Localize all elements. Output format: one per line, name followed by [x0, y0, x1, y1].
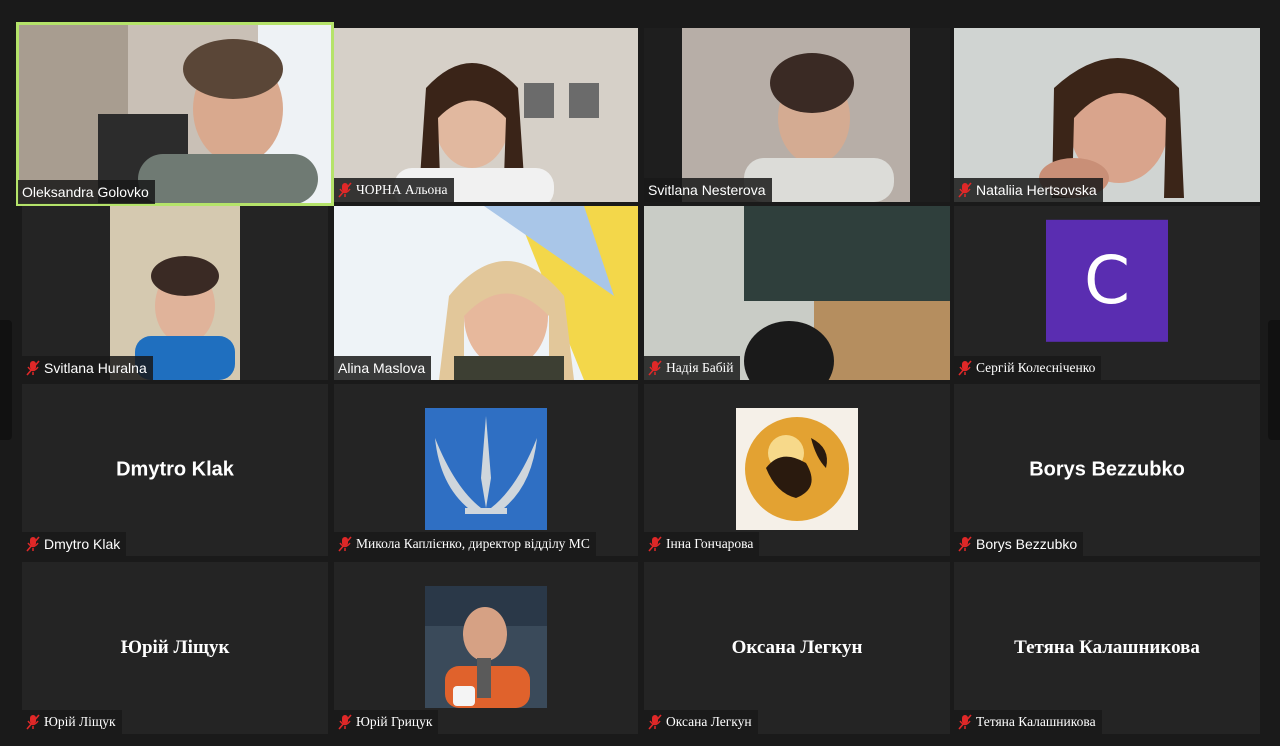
profile-photo — [425, 586, 547, 708]
participant-display-name: Borys Bezzubko — [1029, 458, 1185, 481]
participant-tile[interactable]: Alina Maslova — [334, 206, 638, 380]
mic-muted-icon — [648, 360, 662, 376]
globe-avatar — [736, 408, 858, 530]
name-label: Тетяна Калашникова — [954, 710, 1102, 734]
participant-tile[interactable]: ЧОРНА Альона — [334, 28, 638, 202]
participant-tile[interactable]: Микола Каплієнко, директор відділу МС — [334, 384, 638, 556]
participant-tile[interactable]: Svitlana Nesterova — [644, 28, 950, 202]
name-label: Alina Maslova — [334, 356, 432, 380]
participant-tile[interactable]: Dmytro Klak Dmytro Klak — [22, 384, 328, 556]
name-label: Оксана Легкун — [644, 710, 758, 734]
name-label: Svitlana Huralna — [22, 356, 153, 380]
video-feed — [110, 206, 240, 380]
participant-display-name: Dmytro Klak — [116, 458, 234, 481]
avatar: C — [1046, 219, 1168, 342]
participant-tile[interactable]: Юрій Грицук — [334, 562, 638, 734]
participant-tile[interactable]: Інна Гончарова — [644, 384, 950, 556]
name-label: Микола Каплієнко, директор відділу МС — [334, 532, 596, 556]
name-label: Сергій Колесніченко — [954, 356, 1102, 380]
video-feed — [954, 28, 1260, 202]
participant-name: Oleksandra Golovko — [22, 184, 149, 200]
participant-name: Nataliia Hertsovska — [976, 182, 1097, 198]
participant-display-name: Юрій Ліщук — [120, 637, 230, 658]
name-label: Інна Гончарова — [644, 532, 760, 556]
name-label: Dmytro Klak — [22, 532, 127, 556]
name-label: Svitlana Nesterova — [644, 178, 772, 202]
mic-muted-icon — [338, 182, 352, 198]
mic-muted-icon — [26, 536, 40, 552]
right-scroll-handle[interactable] — [1268, 320, 1280, 440]
mic-muted-icon — [338, 714, 352, 730]
video-feed — [644, 206, 950, 380]
participant-display-name: Тетяна Калашникова — [1014, 637, 1200, 658]
participant-name: Svitlana Nesterova — [648, 182, 766, 198]
participant-tile[interactable]: Оксана Легкун Оксана Легкун — [644, 562, 950, 734]
mic-muted-icon — [648, 714, 662, 730]
participant-tile[interactable]: Borys Bezzubko Borys Bezzubko — [954, 384, 1260, 556]
participant-tile[interactable]: C Сергій Колесніченко — [954, 206, 1260, 380]
name-label: Надія Бабій — [644, 356, 740, 380]
name-label: Юрій Ліщук — [22, 710, 122, 734]
participant-name: Юрій Грицук — [356, 714, 433, 729]
name-label: Юрій Грицук — [334, 710, 439, 734]
mic-muted-icon — [958, 536, 972, 552]
participant-display-name: Оксана Легкун — [731, 637, 863, 658]
video-feed — [18, 24, 332, 204]
mic-muted-icon — [958, 360, 972, 376]
participant-tile[interactable]: Надія Бабій — [644, 206, 950, 380]
participant-tile[interactable]: Svitlana Huralna — [22, 206, 328, 380]
participant-name: ЧОРНА Альона — [356, 182, 448, 197]
trident-avatar — [425, 408, 547, 530]
mic-muted-icon — [338, 536, 352, 552]
participant-name: Микола Каплієнко, директор відділу МС — [356, 536, 590, 551]
participant-name: Тетяна Калашникова — [976, 714, 1096, 729]
participant-name: Borys Bezzubko — [976, 536, 1078, 552]
participant-name: Юрій Ліщук — [44, 714, 116, 729]
video-feed — [644, 28, 950, 202]
name-label: Borys Bezzubko — [954, 532, 1084, 556]
mic-muted-icon — [26, 714, 40, 730]
left-scroll-handle[interactable] — [0, 320, 12, 440]
participant-name: Надія Бабій — [666, 360, 734, 375]
participant-name: Svitlana Huralna — [44, 360, 147, 376]
participant-tile[interactable]: Юрій Ліщук Юрій Ліщук — [22, 562, 328, 734]
mic-muted-icon — [26, 360, 40, 376]
mic-muted-icon — [958, 182, 972, 198]
name-label: Nataliia Hertsovska — [954, 178, 1103, 202]
name-label: Oleksandra Golovko — [18, 180, 155, 204]
name-label: ЧОРНА Альона — [334, 178, 454, 202]
participant-tile[interactable]: Oleksandra Golovko — [16, 22, 334, 206]
participant-name: Alina Maslova — [338, 360, 426, 376]
participant-tile[interactable]: Тетяна Калашникова Тетяна Калашникова — [954, 562, 1260, 734]
video-feed — [334, 28, 638, 202]
participant-name: Dmytro Klak — [44, 536, 121, 552]
mic-muted-icon — [958, 714, 972, 730]
participant-name: Сергій Колесніченко — [976, 360, 1096, 375]
video-feed — [334, 206, 638, 380]
participant-tile[interactable]: Nataliia Hertsovska — [954, 28, 1260, 202]
mic-muted-icon — [648, 536, 662, 552]
participant-name: Інна Гончарова — [666, 536, 754, 551]
participant-name: Оксана Легкун — [666, 714, 752, 729]
